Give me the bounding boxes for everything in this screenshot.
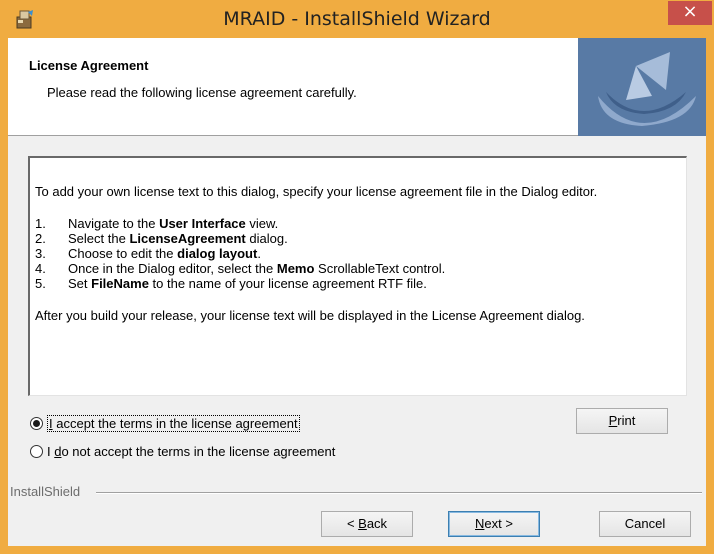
title-bar[interactable]: MRAID - InstallShield Wizard ×: [0, 0, 714, 38]
accept-terms-label[interactable]: I accept the terms in the license agreem…: [47, 414, 300, 432]
installshield-banner-graphic: [578, 38, 706, 136]
print-button[interactable]: Print: [576, 408, 668, 434]
license-intro: To add your own license text to this dia…: [35, 184, 598, 199]
list-item: 3. Choose to edit the dialog layout.: [35, 246, 261, 261]
page-subtitle: Please read the following license agreem…: [47, 85, 357, 100]
window-title: MRAID - InstallShield Wizard: [223, 8, 491, 30]
footer-divider: [96, 492, 702, 494]
license-content: To add your own license text to this dia…: [35, 183, 685, 324]
installshield-window: MRAID - InstallShield Wizard × License A…: [0, 0, 714, 554]
license-outro: After you build your release, your licen…: [35, 308, 585, 323]
accept-terms-radio[interactable]: I accept the terms in the license agreem…: [30, 413, 300, 433]
license-text-box[interactable]: To add your own license text to this dia…: [28, 156, 687, 396]
back-button[interactable]: < Back: [321, 511, 413, 537]
header-banner: License Agreement Please read the follow…: [8, 38, 706, 136]
dialog-client-area: License Agreement Please read the follow…: [8, 38, 706, 546]
page-title: License Agreement: [29, 58, 149, 73]
radio-selected-icon[interactable]: [30, 416, 43, 430]
radio-unselected-icon[interactable]: [30, 444, 43, 458]
list-item: 2. Select the LicenseAgreement dialog.: [35, 231, 288, 246]
next-button[interactable]: Next >: [448, 511, 540, 537]
list-item: 4. Once in the Dialog editor, select the …: [35, 261, 446, 276]
cancel-button[interactable]: Cancel: [599, 511, 691, 537]
installshield-brand-label: InstallShield: [10, 484, 81, 499]
decline-terms-label[interactable]: I do not accept the terms in the license…: [47, 444, 335, 459]
decline-terms-radio[interactable]: I do not accept the terms in the license…: [30, 441, 335, 461]
close-button[interactable]: ×: [668, 1, 712, 25]
list-item: 1. Navigate to the User Interface view.: [35, 216, 279, 231]
list-item: 5. Set FileName to the name of your licen…: [35, 276, 427, 291]
license-steps: 1. Navigate to the User Interface view. 2…: [35, 216, 685, 291]
close-icon: ×: [682, 1, 698, 22]
